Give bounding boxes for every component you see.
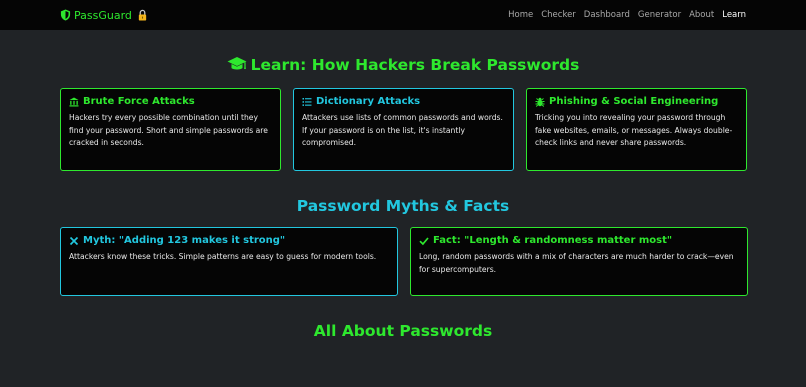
about-section-title: All About Passwords xyxy=(313,322,493,340)
card-fact: Fact: "Length & randomness matter most" … xyxy=(410,227,748,296)
card-text: Attackers know these tricks. Simple patt… xyxy=(69,252,377,261)
card-title: Phishing & Social Engineering xyxy=(549,96,719,107)
navbar: PassGuard Home Checker Dashboard Generat… xyxy=(0,0,806,30)
learn-title-text: Learn: How Hackers Break Passwords xyxy=(250,56,580,74)
card-title: Fact: "Length & randomness matter most" xyxy=(433,235,673,246)
nav-links: Home Checker Dashboard Generator About L… xyxy=(508,10,746,20)
card-text: Attackers use lists of common passwords … xyxy=(302,113,503,147)
card-text: Hackers try every possible combination u… xyxy=(69,113,268,147)
x-icon xyxy=(69,236,79,245)
bank-icon xyxy=(69,97,79,106)
graduation-cap-icon xyxy=(227,57,247,70)
nav-link-checker[interactable]: Checker xyxy=(541,10,576,20)
brand-name: PassGuard xyxy=(74,8,132,22)
card-title: Dictionary Attacks xyxy=(316,96,421,107)
card-text: Tricking you into revealing your passwor… xyxy=(535,113,733,147)
nav-link-home[interactable]: Home xyxy=(508,10,533,20)
lock-icon xyxy=(138,9,147,21)
learn-section-title: Learn: How Hackers Break Passwords xyxy=(0,56,806,74)
nav-link-generator[interactable]: Generator xyxy=(638,10,681,20)
nav-link-learn[interactable]: Learn xyxy=(722,10,746,20)
card-myth: Myth: "Adding 123 makes it strong" Attac… xyxy=(60,227,398,296)
brand-logo[interactable]: PassGuard xyxy=(60,9,148,22)
check-icon xyxy=(419,236,429,245)
myths-section-title: Password Myths & Facts xyxy=(296,197,510,215)
list-icon xyxy=(302,97,312,106)
card-title: Myth: "Adding 123 makes it strong" xyxy=(83,235,286,246)
card-dictionary: Dictionary Attacks Attackers use lists o… xyxy=(293,88,514,171)
card-phishing: Phishing & Social Engineering Tricking y… xyxy=(526,88,747,171)
shield-icon xyxy=(60,9,71,21)
card-title: Brute Force Attacks xyxy=(83,96,195,107)
nav-link-about[interactable]: About xyxy=(689,10,714,20)
card-text: Long, random passwords with a mix of cha… xyxy=(419,252,734,274)
card-brute-force: Brute Force Attacks Hackers try every po… xyxy=(60,88,281,171)
bug-icon xyxy=(535,97,545,107)
nav-link-dashboard[interactable]: Dashboard xyxy=(584,10,630,20)
